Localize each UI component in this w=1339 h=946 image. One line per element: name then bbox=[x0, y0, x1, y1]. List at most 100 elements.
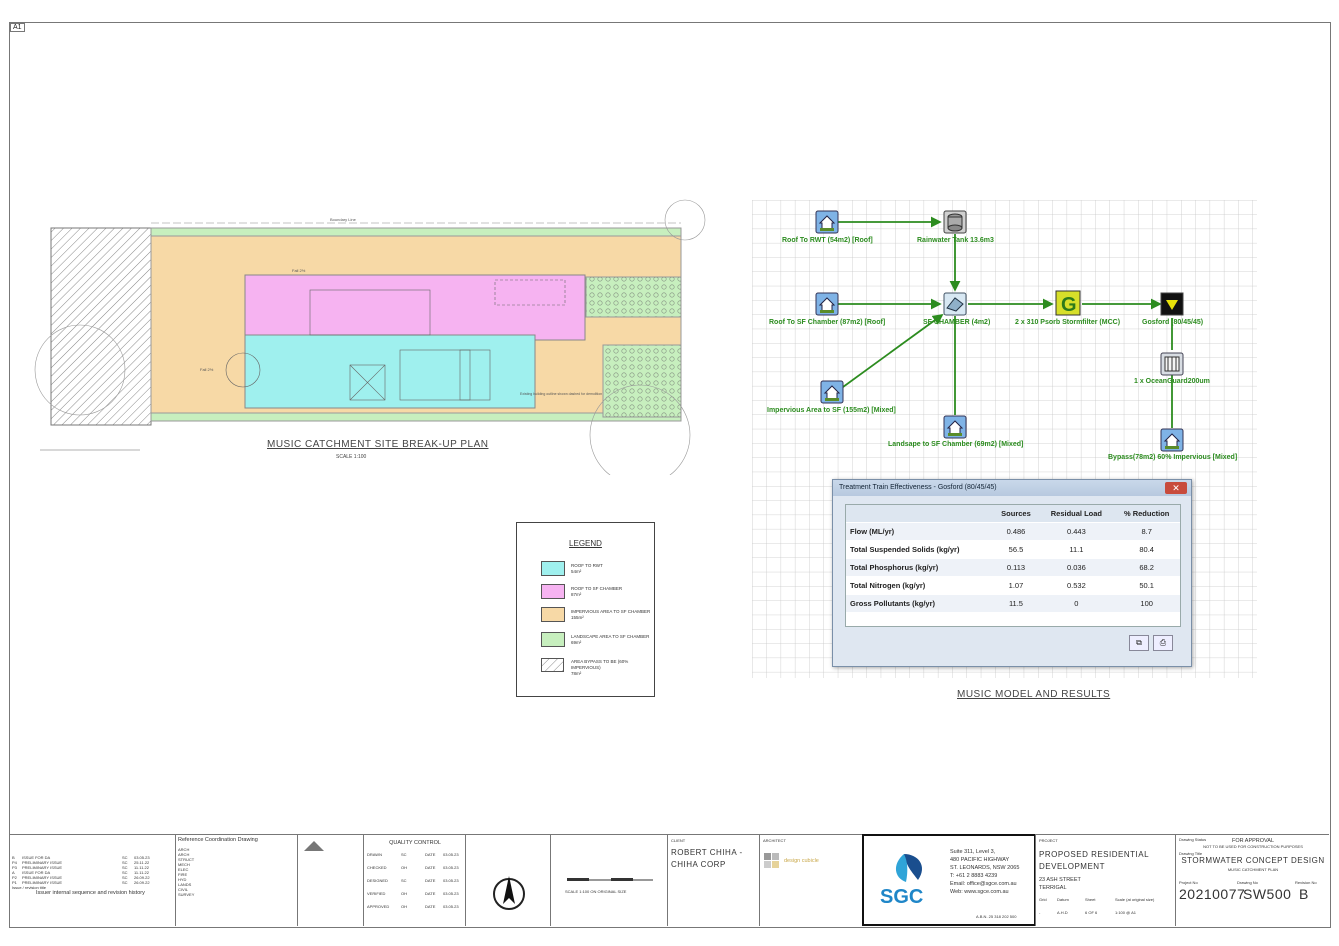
architect-logo: design cubicle bbox=[764, 853, 863, 869]
table-row: Flow (ML/yr) 0.486 0.443 8.7 bbox=[846, 522, 1180, 541]
node-label-sf-chamber: SF CHAMBER (4m2) bbox=[923, 319, 991, 326]
table-row: Gross Pollutants (kg/yr) 11.5 0 100 bbox=[846, 594, 1180, 612]
drawing-subtitle: MUSIC CATCHMENT PLAN bbox=[1227, 867, 1279, 872]
site-plan-caption: MUSIC CATCHMENT SITE BREAK-UP PLAN bbox=[267, 439, 489, 450]
building-note: Existing building outline shown dashed f… bbox=[520, 392, 602, 396]
project-name: PROPOSED RESIDENTIAL DEVELOPMENT bbox=[1039, 850, 1149, 871]
status-note: NOT TO BE USED FOR CONSTRUCTION PURPOSES bbox=[1203, 844, 1303, 849]
bypass-area bbox=[50, 227, 152, 426]
boundary-label: Boundary Line bbox=[330, 217, 357, 222]
table-row: VERIFIED OH DATE 03.05.23 bbox=[367, 891, 459, 896]
drawing-title: STORMWATER CONCEPT DESIGN bbox=[1181, 856, 1325, 865]
roof-to-rwt-area bbox=[244, 334, 536, 409]
legend-swatch-impervious bbox=[541, 607, 565, 622]
catchment-house-icon[interactable] bbox=[815, 210, 839, 234]
architect-mark-icon bbox=[764, 853, 779, 868]
engineers-australia-cell bbox=[297, 834, 364, 926]
svg-text:G: G bbox=[1061, 294, 1077, 316]
fall-note-1: Fall 2% bbox=[292, 268, 306, 273]
legend-item-bypass: AREA BYPASS TO BE (60% IMPERVIOUS) 78m² bbox=[571, 659, 629, 676]
node-label-rainwater-tank: Rainwater Tank 13.6m3 bbox=[917, 237, 994, 244]
print-icon[interactable]: ⎙ bbox=[1153, 635, 1173, 651]
scale-note: SCALE 1:100 ON ORIGINAL SIZE bbox=[565, 889, 627, 894]
table-row: Total Phosphorus (kg/yr) 0.113 0.036 68.… bbox=[846, 558, 1180, 577]
dialog-title: Treatment Train Effectiveness - Gosford … bbox=[833, 480, 1191, 496]
legend-swatch-roof-rwt bbox=[541, 561, 565, 576]
oceanguard-icon[interactable] bbox=[1160, 352, 1184, 376]
node-label-landscape: Landsape to SF Chamber (69m2) [Mixed] bbox=[888, 441, 1024, 448]
landscape-texture-1 bbox=[586, 277, 681, 317]
landscape-texture-2 bbox=[603, 345, 681, 417]
catchment-house-icon[interactable] bbox=[1160, 428, 1184, 452]
grid-values: - A.H.D 6 OF 6 1:100 @ A1 bbox=[1039, 910, 1136, 915]
landscape-strip-top bbox=[150, 227, 682, 237]
drawing-numbers: 20210077 SW500 B bbox=[1179, 886, 1309, 902]
receiving-node-icon[interactable] bbox=[1160, 292, 1184, 316]
project-label: PROJECT bbox=[1039, 838, 1058, 843]
landscape-strip-bottom bbox=[150, 412, 682, 422]
client-name: ROBERT CHIHA - CHIHA CORP bbox=[671, 848, 743, 869]
catchment-house-icon[interactable] bbox=[820, 380, 844, 404]
catchment-house-icon[interactable] bbox=[943, 415, 967, 439]
issue-history: Issuer internal sequence and revision hi… bbox=[36, 890, 145, 896]
legend-swatch-landscape bbox=[541, 632, 565, 647]
node-label-roof-sf: Roof To SF Chamber (87m2) [Roof] bbox=[769, 319, 886, 326]
rainwater-tank-icon[interactable] bbox=[943, 210, 967, 234]
fall-note-2: Fall 2% bbox=[200, 367, 214, 372]
sgc-logo-text: SGC bbox=[880, 886, 924, 908]
node-label-gosford: Gosford (80/45/45) bbox=[1142, 319, 1204, 326]
sgc-abn: A.B.N. 25 318 202 500 bbox=[976, 914, 1017, 919]
ref-drawing-header: Reference Coordination Drawing bbox=[178, 837, 258, 843]
table-row: Total Suspended Solids (kg/yr) 56.5 11.1… bbox=[846, 540, 1180, 559]
drawing-info-cell: Drawing Status FOR APPROVAL NOT TO BE US… bbox=[1175, 834, 1330, 926]
table-row: APPROVED OH DATE 03.05.23 bbox=[367, 904, 459, 909]
project-cell: PROJECT PROPOSED RESIDENTIAL DEVELOPMENT… bbox=[1035, 834, 1176, 926]
copy-icon[interactable]: ⧉ bbox=[1129, 635, 1149, 651]
sgc-block: SGC Suite 311, Level 3, 480 PACIFIC HIGH… bbox=[862, 834, 1036, 926]
results-table: Sources Residual Load % Reduction Flow (… bbox=[846, 505, 1180, 612]
node-label-roof-rwt: Roof To RWT (54m2) [Roof] bbox=[782, 237, 873, 244]
node-label-stormfilter: 2 x 310 Psorb Stormfilter (MCC) bbox=[1015, 319, 1121, 326]
architect-label: ARCHITECT bbox=[763, 838, 786, 843]
legend-item-roof-sf: ROOF TO SF CHAMBER 87m² bbox=[571, 586, 623, 597]
table-row: CHECKED OH DATE 03.05.23 bbox=[367, 865, 459, 870]
client-label: CLIENT bbox=[671, 838, 686, 843]
project-suburb: TERRIGAL bbox=[1039, 885, 1067, 891]
scale-bar-cell: SCALE 1:100 ON ORIGINAL SIZE bbox=[550, 834, 668, 926]
results-table-panel: Sources Residual Load % Reduction Flow (… bbox=[845, 504, 1181, 627]
stormfilter-icon[interactable]: G bbox=[1055, 290, 1081, 316]
quality-control-cell: QUALITY CONTROL DRAWN SC DATE 03.05.23 CHEC… bbox=[363, 834, 466, 926]
node-label-bypass: Bypass(78m2) 60% Impervious [Mixed] bbox=[1108, 454, 1238, 461]
table-row: DESIGNED SC DATE 03.05.23 bbox=[367, 878, 459, 883]
quality-control-rows: DRAWN SC DATE 03.05.23 CHECKED OH DATE 03.05.2… bbox=[367, 852, 466, 917]
legend-item-roof-rwt: ROOF TO RWT 54m² bbox=[571, 563, 603, 574]
north-arrow-cell bbox=[465, 834, 551, 926]
sgc-address: Suite 311, Level 3, 480 PACIFIC HIGHWAY … bbox=[950, 849, 1020, 895]
node-label-impervious: Impervious Area to SF (155m2) [Mixed] bbox=[767, 407, 896, 414]
quality-control-title: QUALITY CONTROL bbox=[389, 840, 441, 846]
sf-chamber-icon[interactable] bbox=[943, 292, 967, 316]
legend-item-landscape: LANDSCAPE AREA TO SF CHAMBER 69m² bbox=[571, 634, 650, 645]
sheet-size-tag: A1 bbox=[10, 23, 25, 32]
catchment-house-icon[interactable] bbox=[815, 292, 839, 316]
legend-title: LEGEND bbox=[569, 539, 602, 548]
results-dialog: Treatment Train Effectiveness - Gosford … bbox=[832, 479, 1192, 667]
legend-swatch-roof-sf bbox=[541, 584, 565, 599]
node-label-oceanguard: 1 x OceanGuard200um bbox=[1134, 378, 1210, 385]
architect-cell: ARCHITECT design cubicle bbox=[759, 834, 863, 926]
north-arrow-icon bbox=[493, 876, 525, 910]
legend: LEGEND ROOF TO RWT 54m² ROOF TO SF CHAMBE… bbox=[516, 522, 655, 697]
discipline-list: ARCH ARCH STRUCT MECH ELEC FIRE HYD LANDS CIVIL S… bbox=[178, 847, 195, 897]
roof-to-sf-area bbox=[244, 274, 586, 341]
ref-drawing-cell: Reference Coordination Drawing ARCH ARCH S… bbox=[175, 834, 298, 926]
site-plan-drawing: Boundary Line Fall 2% Fall 2% Existing b… bbox=[34, 199, 706, 475]
table-row: Total Nitrogen (kg/yr) 1.07 0.532 50.1 bbox=[846, 576, 1180, 595]
site-plan-scale: SCALE 1:100 bbox=[336, 454, 367, 460]
grid-labels: Grid Datum Sheet Scale (at original size) bbox=[1039, 897, 1155, 902]
legend-swatch-bypass bbox=[541, 658, 564, 672]
project-address: 23 ASH STREET bbox=[1039, 877, 1081, 883]
client-cell: CLIENT ROBERT CHIHA - CHIHA CORP bbox=[667, 834, 760, 926]
table-row: DRAWN SC DATE 03.05.23 bbox=[367, 852, 459, 857]
drawing-number-labels: Project No Drawing No Revision No bbox=[1179, 880, 1317, 885]
close-icon[interactable]: ✕ bbox=[1165, 482, 1187, 494]
